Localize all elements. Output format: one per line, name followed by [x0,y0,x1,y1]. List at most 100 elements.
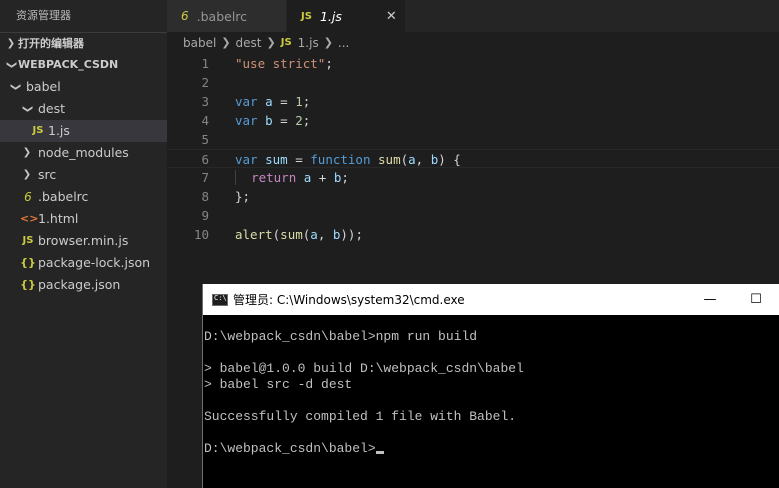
line-number: 3 [201,94,209,109]
code-line: 10 alert(sum(a, b)); [167,225,779,244]
cmd-prompt: D:\webpack_csdn\babel> [204,441,376,456]
code-line: 8}; [167,187,779,206]
tree-item-browser-min-js[interactable]: JS browser.min.js [0,230,167,252]
chevron-right-icon: ❯ [323,36,333,49]
maximize-button[interactable]: ☐ [733,292,779,307]
js-file-icon: JS [280,37,292,48]
code-editor[interactable]: 1 "use strict"; 2 3 var a = 1; 4 var b = 2;… [167,54,779,244]
tree-item-dest[interactable]: ❯ dest [0,98,167,120]
cmd-line [204,425,779,441]
project-section[interactable]: ❯ WEBPACK_CSDN [0,54,167,76]
line-number: 6 [201,152,209,167]
chevron-right-icon: ❯ [6,37,16,49]
line-number: 1 [201,56,209,71]
code-line: 3 var a = 1; [167,92,779,111]
tree-item-label: browser.min.js [38,233,129,248]
tree-item-label: src [38,167,57,182]
tree-item-package-lock-json[interactable]: {} package-lock.json [0,252,167,274]
code-text: var b = 2; [235,113,311,128]
babel-icon: 6 [24,190,32,204]
cmd-window[interactable]: 管理员: C:\Windows\system32\cmd.exe — ☐ D:\… [202,284,779,488]
cmd-line [204,393,779,409]
breadcrumb-item-babel[interactable]: babel [183,32,216,54]
cmd-output[interactable]: D:\webpack_csdn\babel>npm run build > ba… [203,315,779,457]
breadcrumb: babel ❯ dest ❯ JS 1.js ❯ ... [167,32,349,54]
tree-item-1-js[interactable]: JS 1.js [0,120,167,142]
code-line: 9 [167,206,779,225]
tree-item-node-modules[interactable]: ❯ node_modules [0,142,167,164]
minimize-button[interactable]: — [687,292,733,307]
open-editors-section[interactable]: ❯ 打开的编辑器 [0,32,167,54]
explorer-sidebar: 资源管理器 ❯ 打开的编辑器 ❯ WEBPACK_CSDN ❯ babel ❯ des… [0,0,167,488]
babel-icon: 6 [181,9,189,23]
tab-label: 1.js [319,8,342,24]
cmd-prompt-line: D:\webpack_csdn\babel> [204,441,779,457]
tree-item-label: 1.js [48,123,70,138]
code-line: 1 "use strict"; [167,54,779,73]
chevron-right-icon: ❯ [22,169,32,180]
tab-1js[interactable]: JS 1.js ✕ [287,0,406,32]
chevron-right-icon: ❯ [22,147,32,158]
tree-item-label: node_modules [38,145,129,160]
chevron-down-icon: ❯ [6,60,17,70]
tree-item-package-json[interactable]: {} package.json [0,274,167,296]
cmd-title: 管理员: C:\Windows\system32\cmd.exe [233,293,465,307]
tree-item-label: .babelrc [38,189,89,204]
tree-item-label: dest [38,101,66,116]
chevron-down-icon: ❯ [10,82,21,92]
js-file-icon: JS [22,235,34,246]
chevron-down-icon: ❯ [22,104,33,114]
json-icon: {} [20,256,36,269]
tab-label: .babelrc [196,8,248,24]
cmd-line: Successfully compiled 1 file with Babel. [204,409,517,424]
line-number: 2 [201,75,209,90]
open-editors-label: 打开的编辑器 [18,36,84,50]
code-line-current: 6 var sum = function sum(a, b) { [167,149,779,168]
code-text: }; [235,189,251,204]
file-tree: ❯ babel ❯ dest JS 1.js ❯ node_modules ❯ src 6 .babe… [0,76,167,296]
text-cursor [375,451,384,454]
code-text: var a = 1; [235,94,311,109]
tree-item-1-html[interactable]: <> 1.html [0,208,167,230]
js-file-icon: JS [301,10,312,22]
tree-item-babelrc[interactable]: 6 .babelrc [0,186,167,208]
code-text: var sum = function sum(a, b) { [235,152,461,167]
cmd-line: > babel src -d dest [204,377,353,392]
tree-item-label: package-lock.json [38,255,151,270]
code-text: return a + b; [209,168,349,187]
chevron-right-icon: ❯ [266,36,276,49]
project-label: WEBPACK_CSDN [18,58,119,71]
code-text: "use strict"; [235,56,333,71]
json-icon: {} [20,278,36,291]
line-number: 8 [201,189,209,204]
line-number: 7 [201,170,209,185]
cmd-line: D:\webpack_csdn\babel>npm run build [204,329,478,344]
cmd-line [204,345,779,361]
terminal-icon [212,293,228,306]
tree-item-label: package.json [38,277,121,292]
cmd-line: > babel@1.0.0 build D:\webpack_csdn\babe… [204,361,524,376]
chevron-right-icon: ❯ [221,36,231,49]
code-line: 7 return a + b; [167,168,779,187]
close-icon[interactable]: ✕ [386,9,397,24]
js-file-icon: JS [32,125,44,136]
code-text: alert(sum(a, b)); [235,227,363,242]
breadcrumb-item-more[interactable]: ... [338,32,349,54]
line-number: 5 [201,132,209,147]
line-number: 9 [201,208,209,223]
html-icon: <> [20,212,39,225]
tab-babelrc[interactable]: 6 .babelrc [167,0,287,32]
tree-item-label: babel [26,79,61,94]
cmd-titlebar[interactable]: 管理员: C:\Windows\system32\cmd.exe — ☐ [203,284,779,315]
code-line: 5 [167,130,779,149]
tree-item-src[interactable]: ❯ src [0,164,167,186]
line-number: 4 [201,113,209,128]
breadcrumb-item-file[interactable]: 1.js [298,32,319,54]
explorer-title: 资源管理器 [16,9,71,22]
breadcrumb-item-dest[interactable]: dest [236,32,262,54]
window-controls: — ☐ [687,284,779,315]
tree-item-babel[interactable]: ❯ babel [0,76,167,98]
